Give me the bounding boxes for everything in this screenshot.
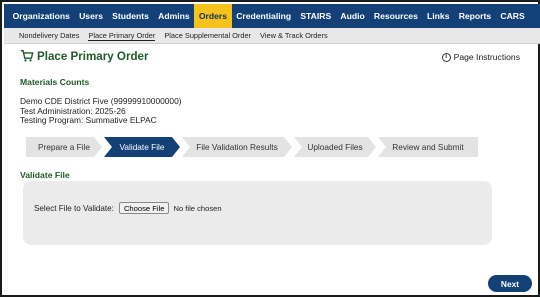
- app-frame: Organizations Users Students Admins Orde…: [0, 0, 540, 297]
- step-review-submit-label: Review and Submit: [392, 142, 464, 152]
- next-button[interactable]: Next: [488, 275, 532, 292]
- step-review-submit[interactable]: Review and Submit: [378, 137, 478, 157]
- nav-orders[interactable]: Orders: [194, 4, 232, 28]
- file-select-row: Select File to Validate: Choose File No …: [34, 202, 222, 214]
- step-file-validation-results[interactable]: File Validation Results: [182, 137, 292, 157]
- file-status: No file chosen: [173, 203, 222, 213]
- nav-users[interactable]: Users: [75, 4, 108, 28]
- nav-links[interactable]: Links: [422, 4, 454, 28]
- nav-resources[interactable]: Resources: [369, 4, 422, 28]
- validate-file-heading: Validate File: [20, 170, 70, 180]
- testing-program: Testing Program: Summative ELPAC: [20, 115, 157, 126]
- nav-organizations[interactable]: Organizations: [8, 4, 75, 28]
- order-info: Demo CDE District Five (99999910000000) …: [20, 96, 182, 126]
- nav-reports[interactable]: Reports: [454, 4, 496, 28]
- cart-icon: [20, 50, 34, 62]
- nav-admins[interactable]: Admins: [154, 4, 195, 28]
- order-stepper: Prepare a File Validate File File Valida…: [26, 137, 478, 157]
- materials-heading: Materials Counts: [20, 77, 90, 87]
- sub-nav: Nondelivery Dates Place Primary Order Pl…: [4, 28, 540, 44]
- file-select-label: Select File to Validate:: [34, 203, 114, 213]
- choose-file-button[interactable]: Choose File: [118, 202, 170, 214]
- step-uploaded-files[interactable]: Uploaded Files: [294, 137, 376, 157]
- page-instructions-link[interactable]: i Page Instructions: [441, 52, 520, 62]
- subnav-view-track-orders[interactable]: View & Track Orders: [260, 31, 328, 40]
- info-icon: i: [441, 52, 451, 62]
- nav-stairs[interactable]: STAIRS: [296, 4, 336, 28]
- nav-audio[interactable]: Audio: [336, 4, 370, 28]
- step-validate-file-label: Validate File: [119, 142, 165, 152]
- subnav-place-supplemental-order[interactable]: Place Supplemental Order: [164, 31, 251, 40]
- nav-cars[interactable]: CARS: [496, 4, 530, 28]
- page-header: Place Primary Order: [20, 49, 149, 63]
- page-instructions-label: Page Instructions: [453, 52, 520, 62]
- file-upload-panel: Select File to Validate: Choose File No …: [23, 181, 492, 245]
- nav-credentialing[interactable]: Credentialing: [232, 4, 296, 28]
- step-uploaded-files-label: Uploaded Files: [307, 142, 363, 152]
- nav-students[interactable]: Students: [108, 4, 154, 28]
- subnav-nondelivery-dates[interactable]: Nondelivery Dates: [19, 31, 79, 40]
- subnav-place-primary-order[interactable]: Place Primary Order: [88, 31, 156, 41]
- step-prepare-file-label: Prepare a File: [37, 142, 91, 152]
- step-prepare-file[interactable]: Prepare a File: [26, 137, 102, 157]
- top-nav: Organizations Users Students Admins Orde…: [4, 4, 540, 28]
- page-title: Place Primary Order: [37, 49, 149, 63]
- step-file-validation-results-label: File Validation Results: [196, 142, 278, 152]
- step-validate-file[interactable]: Validate File: [104, 137, 180, 157]
